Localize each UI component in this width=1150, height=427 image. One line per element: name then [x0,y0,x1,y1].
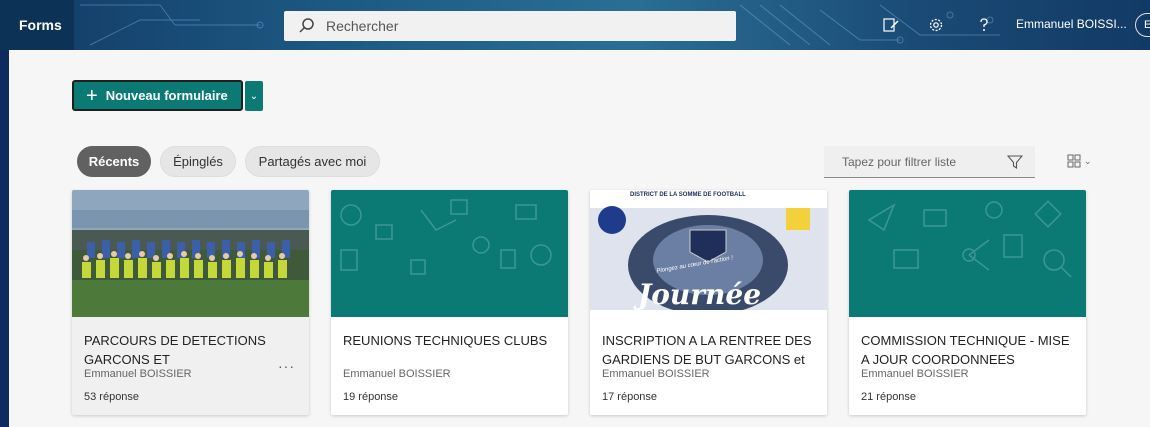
tab-partages[interactable]: Partagés avec moi [245,146,380,177]
card-responses: 19 réponse [343,391,399,403]
chevron-down-icon: ⌄ [249,90,259,102]
tab-recents[interactable]: Récents [77,146,151,177]
card-thumbnail-poster: DISTRICT DE LA SOMME DE FOOTBALL Plongez… [590,190,827,317]
form-card[interactable]: COMMISSION TECHNIQUE - MISE A JOUR COORD… [849,190,1086,415]
card-title: COMMISSION TECHNIQUE - MISE A JOUR COORD… [861,333,1070,367]
card-author: Emmanuel BOISSIER [861,368,969,380]
filter-placeholder: Tapez pour filtrer liste [842,154,957,169]
gear-icon[interactable] [925,14,947,36]
card-thumbnail-teal [849,190,1086,317]
plus-icon: + [86,84,98,107]
card-title: REUNIONS TECHNIQUES CLUBS [343,333,548,348]
top-bar: Forms Rechercher Emmanuel BOISSI... E [0,0,1150,50]
card-responses: 53 réponse [84,391,140,403]
card-title: INSCRIPTION A LA RENTREE DES GARDIENS DE… [602,333,812,367]
more-icon[interactable]: ··· [278,358,295,374]
form-card[interactable]: REUNIONS TECHNIQUES CLUBS Emmanuel BOISS… [331,190,568,415]
card-responses: 17 réponse [602,391,658,403]
search-placeholder: Rechercher [326,18,399,34]
new-form-label: Nouveau formulaire [105,88,228,103]
card-author: Emmanuel BOISSIER [343,368,451,380]
card-author: Emmanuel BOISSIER [602,368,710,380]
main-content: + Nouveau formulaire ⌄ Récents Épinglés … [9,50,1150,427]
grid-view-icon [1067,154,1081,168]
new-form-dropdown-button[interactable]: ⌄ [245,81,263,111]
edit-icon[interactable] [880,14,902,36]
card-title: PARCOURS DE DETECTIONS GARCONS ET [84,333,266,367]
card-thumbnail-photo [72,190,309,317]
app-name[interactable]: Forms [0,0,74,50]
help-icon[interactable] [973,14,995,36]
search-icon [299,18,314,33]
search-box[interactable]: Rechercher [284,11,736,41]
form-card[interactable]: DISTRICT DE LA SOMME DE FOOTBALL Plongez… [590,190,827,415]
new-form-button[interactable]: + Nouveau formulaire [72,80,243,111]
chevron-down-icon: ⌄ [1084,155,1092,166]
filter-input[interactable]: Tapez pour filtrer liste [824,146,1035,178]
card-author: Emmanuel BOISSIER [84,368,192,380]
tab-epingles[interactable]: Épinglés [160,146,236,177]
card-thumbnail-teal [331,190,568,317]
grid-view-button[interactable]: ⌄ [1067,153,1093,169]
card-responses: 21 réponse [861,391,917,403]
form-card[interactable]: PARCOURS DE DETECTIONS GARCONS ET Emmanu… [72,190,309,415]
poster-title: Journée [638,278,762,311]
filter-icon[interactable] [1007,154,1023,170]
poster-header: DISTRICT DE LA SOMME DE FOOTBALL [630,192,746,198]
user-name[interactable]: Emmanuel BOISSI... [1016,17,1127,31]
